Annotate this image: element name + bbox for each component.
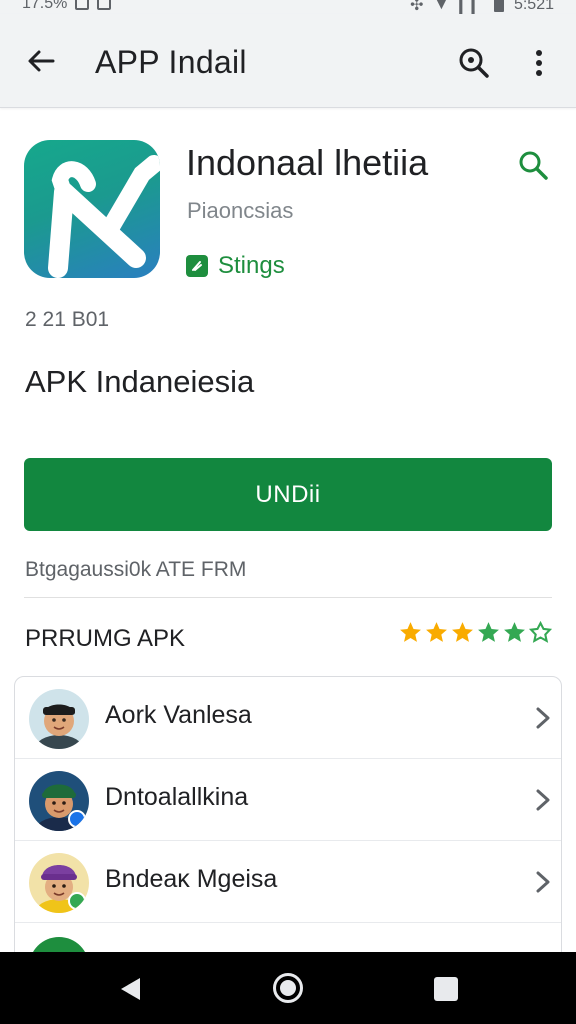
status-bar: 17.5% ✣ ▼ ▎▎ 5:521: [0, 0, 576, 14]
star-filled-icon: [478, 622, 499, 642]
app-logo-icon: [48, 155, 160, 278]
app-list: Aork Vanlesa Dntoalallkina Bndeaĸ Mgeisa: [14, 676, 562, 966]
category-label: Stings: [218, 252, 285, 279]
star-rating: [398, 620, 553, 645]
leaf-icon: [186, 255, 208, 277]
status-time: 5:521: [513, 0, 554, 13]
notification-icon: [75, 0, 90, 10]
app-bar: APP Indail: [0, 14, 576, 108]
signal-icon: ✣: [410, 0, 424, 14]
category-tag[interactable]: Stings: [186, 252, 285, 280]
star-filled-icon: [426, 622, 447, 642]
star-filled-icon: [400, 622, 421, 642]
cell-icon: ▎▎: [459, 0, 484, 14]
avatar: [29, 689, 89, 749]
star-outline-icon: [528, 620, 553, 643]
chevron-right-icon: [536, 871, 550, 893]
app-name: Indonaal lhetiia: [186, 142, 429, 183]
section-title: PRRUMG APK: [25, 625, 186, 652]
list-item[interactable]: Aork Vanlesa: [15, 677, 561, 759]
back-button[interactable]: [22, 42, 60, 80]
app-subtitle: APK Indaneiesia: [25, 364, 255, 399]
more-vert-icon: [536, 50, 542, 76]
nav-back-icon[interactable]: [118, 976, 142, 1002]
battery-icon: [493, 0, 504, 12]
list-item-label: Bndeaĸ Mgeisa: [105, 865, 278, 893]
list-item-label: Aork Vanlesa: [105, 701, 252, 729]
search-icon: [459, 48, 489, 78]
star-filled-icon: [452, 622, 473, 642]
list-item[interactable]: Bndeaĸ Mgeisa: [15, 841, 561, 923]
back-arrow-icon: [28, 50, 55, 72]
status-bar-right: ✣ ▼ ▎▎ 5:521: [410, 0, 554, 15]
divider: [24, 597, 552, 598]
install-notice: Btgagaussi0k ATE FRM: [25, 558, 247, 581]
chevron-right-icon: [536, 789, 550, 811]
app-meta-code: 2 21 B01: [25, 308, 110, 331]
system-nav-bar: [0, 952, 576, 1024]
list-item-label: Dntoalallkina: [105, 783, 249, 811]
nav-home-icon[interactable]: [273, 973, 303, 1003]
notification-icon: [97, 0, 112, 10]
search-icon: [519, 151, 548, 180]
page-title: APP Indail: [95, 44, 247, 80]
developer-name[interactable]: Piaoncsias: [187, 198, 293, 224]
status-battery-percent: 17.5%: [22, 0, 68, 12]
app-search-button[interactable]: [514, 146, 552, 184]
wifi-icon: ▼: [433, 0, 450, 13]
chevron-right-icon: [536, 707, 550, 729]
avatar: [29, 771, 89, 831]
star-filled-icon: [504, 622, 525, 642]
search-button[interactable]: [455, 44, 493, 82]
nav-recent-icon[interactable]: [434, 977, 458, 1001]
install-button[interactable]: UNDii: [24, 458, 552, 531]
more-options-button[interactable]: [522, 44, 556, 82]
status-bar-left: 17.5%: [22, 0, 112, 13]
avatar: [29, 853, 89, 913]
list-item[interactable]: Dntoalallkina: [15, 759, 561, 841]
app-icon: [24, 140, 160, 278]
